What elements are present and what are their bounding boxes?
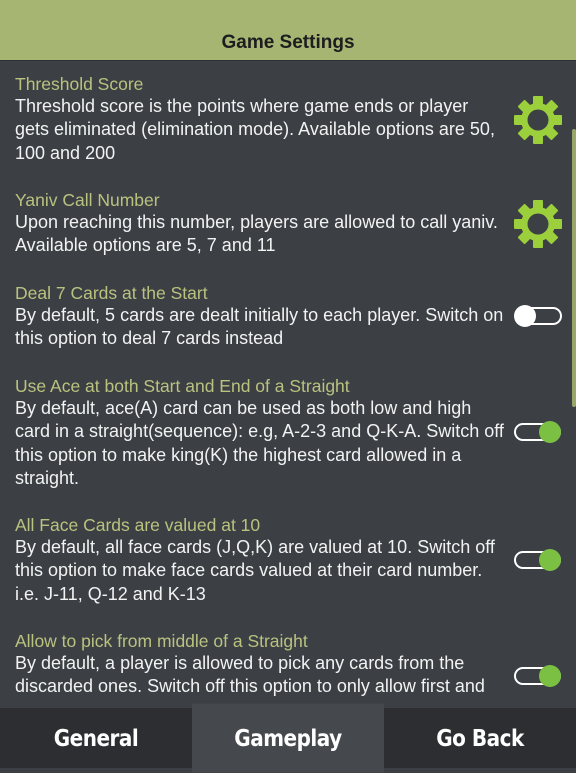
gear-icon[interactable] (513, 95, 563, 145)
setting-title: Allow to pick from middle of a Straight (15, 631, 308, 651)
tab-gameplay[interactable]: Gameplay (192, 703, 384, 773)
setting-title: Deal 7 Cards at the Start (15, 283, 208, 303)
toggle-switch-on[interactable] (513, 419, 563, 445)
bottom-tab-bar: General Gameplay Go Back (0, 703, 576, 773)
setting-title: Use Ace at both Start and End of a Strai… (15, 376, 350, 396)
tab-general[interactable]: General (0, 704, 192, 773)
settings-list[interactable]: Threshold Score Threshold score is the p… (0, 61, 576, 708)
scrollbar[interactable] (572, 129, 576, 407)
setting-title: Threshold Score (15, 74, 144, 94)
toggle-switch-on[interactable] (513, 547, 563, 573)
setting-deal-7-cards: Deal 7 Cards at the Start By default, 5 … (15, 282, 505, 351)
header-bar: Game Settings (0, 0, 576, 61)
toggle-switch-on[interactable] (513, 663, 563, 689)
setting-ace-both-ends: Use Ace at both Start and End of a Strai… (15, 375, 505, 490)
toggle-switch-off[interactable] (513, 303, 563, 329)
setting-description: By default, all face cards (J,Q,K) are v… (15, 537, 495, 604)
setting-title: All Face Cards are valued at 10 (15, 515, 261, 535)
setting-yaniv-call-number: Yaniv Call Number Upon reaching this num… (15, 189, 505, 258)
setting-description: By default, a player is allowed to pick … (15, 653, 485, 697)
tab-go-back[interactable]: Go Back (384, 704, 576, 773)
page-title: Game Settings (221, 32, 355, 53)
setting-description: Threshold score is the points where game… (15, 96, 495, 163)
setting-description: By default, 5 cards are dealt initially … (15, 305, 504, 349)
setting-description: By default, ace(A) card can be used as b… (15, 398, 504, 488)
setting-face-cards-value: All Face Cards are valued at 10 By defau… (15, 514, 505, 606)
setting-title: Yaniv Call Number (15, 190, 160, 210)
gear-icon[interactable] (513, 199, 563, 249)
setting-threshold-score: Threshold Score Threshold score is the p… (15, 73, 505, 165)
setting-description: Upon reaching this number, players are a… (15, 212, 498, 256)
setting-pick-middle-straight: Allow to pick from middle of a Straight … (15, 630, 505, 699)
